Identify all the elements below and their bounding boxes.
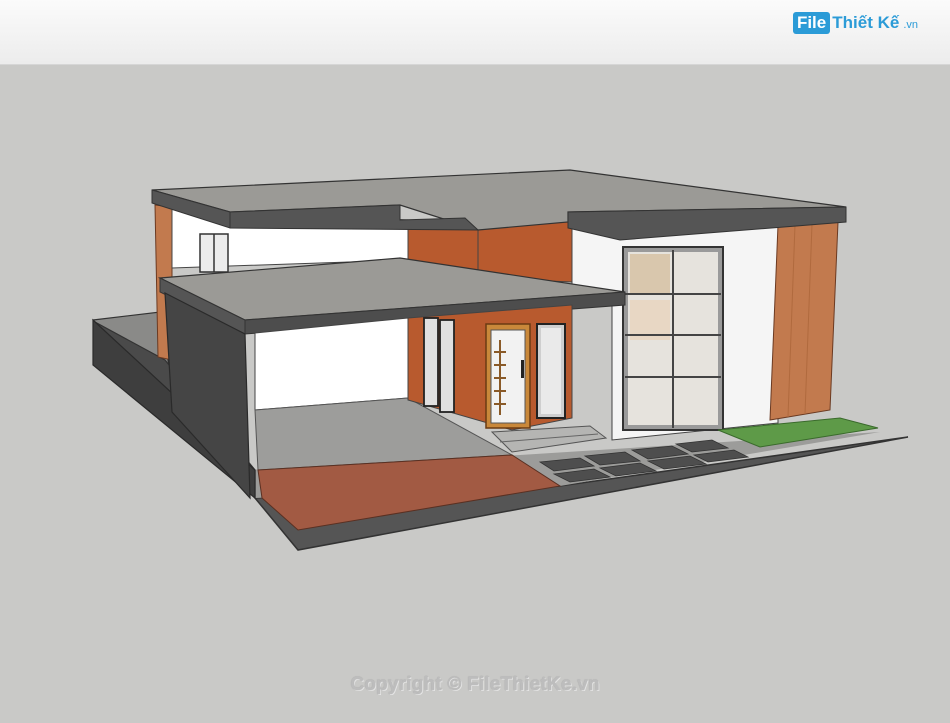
entry-steps xyxy=(490,425,608,453)
carport-back xyxy=(254,317,409,411)
house-model-render xyxy=(92,169,909,551)
glass-door-left xyxy=(423,317,439,407)
copyright-watermark: Copyright © FileThietKe.vn xyxy=(350,674,600,695)
wood-panel-right xyxy=(769,221,839,421)
glass-door-mid xyxy=(439,319,455,413)
